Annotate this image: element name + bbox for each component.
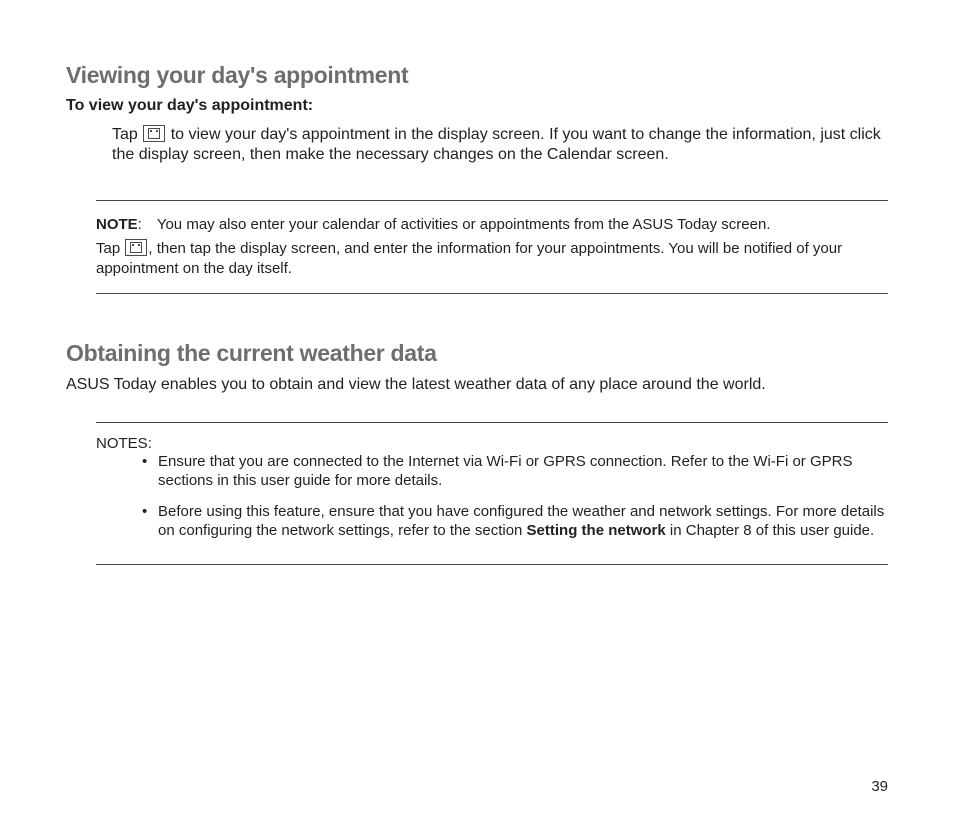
para-text-pre: Tap [112,126,142,143]
section-weather: Obtaining the current weather data ASUS … [66,340,888,396]
note-block-weather: NOTES: Ensure that you are connected to … [96,422,888,566]
note-label: NOTE [96,216,138,233]
note-line1-text: : You may also enter your calendar of ac… [138,216,771,233]
note-line-1: NOTE: You may also enter your calendar o… [96,215,888,235]
notes-label: NOTES [96,435,148,452]
note-block-calendar: NOTE: You may also enter your calendar o… [96,200,888,294]
note-line-2: Tap , then tap the display screen, and e… [96,239,888,279]
calendar-icon [125,239,147,256]
calendar-icon [143,125,165,142]
notes-label-row: NOTES: [96,435,888,452]
document-page: Viewing your day's appointment To view y… [0,0,954,823]
notes-colon: : [148,435,152,452]
para-text-post: to view your day's appointment in the di… [112,126,881,163]
subheading-to-view: To view your day's appointment: [66,97,888,115]
list-item: Before using this feature, ensure that y… [142,502,888,540]
weather-description: ASUS Today enables you to obtain and vie… [66,375,888,396]
notes-bullet-list: Ensure that you are connected to the Int… [96,452,888,541]
section-heading-appointment: Viewing your day's appointment [66,62,888,89]
note-line2-post: , then tap the display screen, and enter… [96,240,842,277]
note-line2-pre: Tap [96,240,124,257]
list-item: Ensure that you are connected to the Int… [142,452,888,490]
item-text-post: in Chapter 8 of this user guide. [666,522,874,539]
item-text-pre: Ensure that you are connected to the Int… [158,453,852,489]
appointment-instruction: Tap to view your day's appointment in th… [66,125,888,166]
section-heading-weather: Obtaining the current weather data [66,340,888,367]
page-number: 39 [871,778,888,795]
item-text-bold: Setting the network [527,522,666,539]
